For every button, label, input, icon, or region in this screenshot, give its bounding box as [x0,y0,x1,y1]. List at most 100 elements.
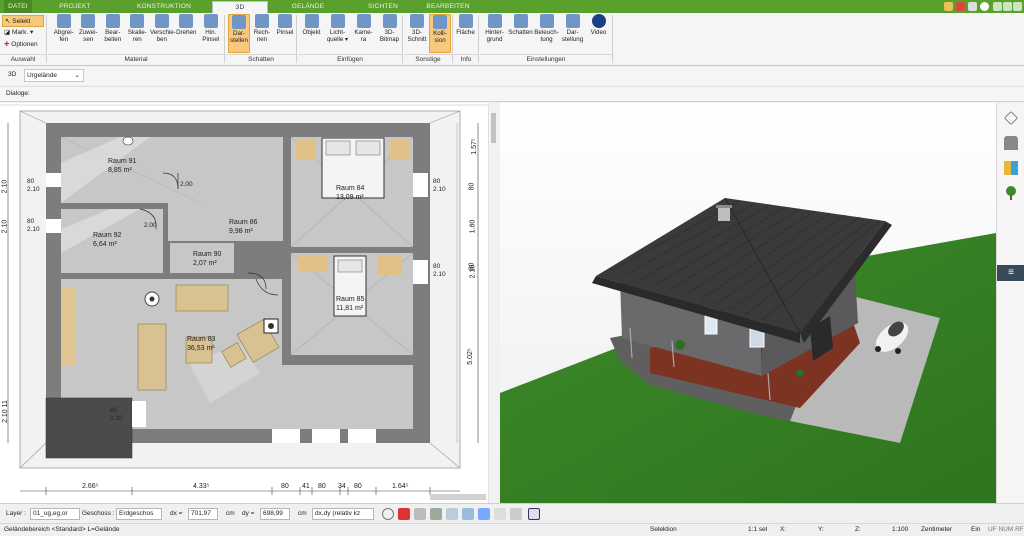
status-bar: Geländebereich <Standard> L=Gelände Sele… [0,523,1024,535]
rotate-icon [179,14,194,28]
help-red-icon[interactable] [956,2,965,11]
plan-scrollbar-horizontal[interactable] [430,494,486,500]
chevron-down-icon: ⌄ [74,72,80,79]
ribbon-button-label: Rech- [253,29,271,36]
rotate-button[interactable]: Drehen [175,14,199,53]
object-button[interactable]: Objekt [299,14,324,53]
maximize-icon[interactable] [1003,2,1012,11]
mark-icon: ◪ [4,29,12,36]
status-ein: Ein [971,526,981,533]
terrain-select[interactable]: Urgelände ⌄ [24,69,84,82]
status-scale: 1:100 [892,526,909,533]
mark-button[interactable]: ◪ Mark. ▾ [2,27,44,39]
ribbon-button-label: Fläche [456,29,475,36]
ribbon-tabs: DATEI PROJEKT KONSTRUKTION 3D GELÄNDE SI… [0,0,1024,13]
tab-konstruktion[interactable]: KONSTRUKTION [118,0,210,13]
ribbon-button-label: Hinter- [485,29,504,36]
dimension-label: 1.64⁵ [392,483,409,490]
lighting-button[interactable]: Beleuch-tung [534,14,559,53]
furniture-icon[interactable] [1004,136,1018,150]
layer-select[interactable]: 01_ug,eg,or [30,508,80,520]
eyedropper-button[interactable]: Abgrei-fen [52,14,76,53]
section-button[interactable]: 3D- Schnitt [406,14,428,53]
optionen-button[interactable]: ✚ Optionen [2,39,44,51]
camera-button[interactable]: Kame-ra [351,14,376,53]
collision-button[interactable]: Kolli-sion [429,14,451,53]
layers-toggle-icon[interactable] [494,508,506,520]
tab-gelaende[interactable]: GELÄNDE [270,0,346,13]
snap-line-icon[interactable] [446,508,458,520]
scrollbar-thumb[interactable] [491,113,496,143]
ribbon-button-label: sen [83,36,94,43]
dx-input[interactable]: 701,97 [188,508,218,520]
group-schatten: Schatten [226,54,296,64]
3d-view[interactable] [500,103,996,503]
monitor-icon[interactable] [398,508,410,520]
dx-label: dx = [170,510,183,517]
help-icon[interactable] [980,2,989,11]
background-button[interactable]: Hinter-grund [482,14,507,53]
brush-button[interactable]: Hin. Pinsel [199,14,223,53]
separator [612,15,613,63]
grid-icon[interactable] [510,508,522,520]
assign-material-button[interactable]: Zuwei-sen [77,14,101,53]
video-button[interactable]: Video [586,14,611,53]
dimension-label: 2.10 11 [1,400,9,423]
shadow-settings-button[interactable]: Schatten [508,14,533,53]
layers-icon[interactable] [1004,111,1018,125]
separator [46,15,47,63]
minimize-icon[interactable] [993,2,1002,11]
dy-input[interactable]: 698,99 [260,508,290,520]
grid-snap-icon[interactable] [430,508,442,520]
quick-icon[interactable] [944,2,953,11]
ribbon-button-label: nen [256,36,268,43]
snap-point-icon[interactable] [478,508,490,520]
edit-material-button[interactable]: Bear-beiten [101,14,125,53]
bottom-toolbar: Layer : 01_ug,eg,or Geschoss : Erdgescho… [0,503,1024,523]
print-icon[interactable] [414,508,426,520]
separator [224,15,225,63]
dimension-label: 2.66⁵ [82,483,99,490]
snap-angle-icon[interactable] [462,508,474,520]
tab-sichten[interactable]: SICHTEN [348,0,418,13]
north-icon[interactable] [528,508,540,520]
tab-3d[interactable]: 3D [212,1,268,13]
status-mode: Selektion [650,526,677,533]
area-button[interactable]: Fläche [456,14,475,53]
panel-toggle-button[interactable]: ≡ [997,265,1024,281]
ribbon-button-label: Dar- [232,30,246,37]
geschoss-select[interactable]: Erdgeschos [116,508,162,520]
shadow-compute-button[interactable]: Rech-nen [251,14,273,53]
mode-label: 3D [8,71,17,78]
bitmap-button[interactable]: 3D- Bitmap [377,14,402,53]
separator [452,15,453,63]
save-icon[interactable] [968,2,977,11]
plan-scrollbar-vertical[interactable] [488,103,498,503]
shadow-display-button[interactable]: Dar-stellen [228,14,250,53]
selekt-button[interactable]: ↖ Selekt [2,15,44,27]
coordinate-mode-select[interactable]: dx,dy (relativ kz [312,508,374,520]
tree-icon[interactable] [1004,186,1018,200]
section-icon [410,14,424,28]
group-auswahl: Auswahl [0,54,46,64]
window-label: 80 2.10 [110,407,123,422]
separator [402,15,403,63]
shadow-brush-button[interactable]: Pinsel [274,14,296,53]
material-palette-icon[interactable] [1004,161,1018,175]
scale-button[interactable]: Skalie-ren [126,14,150,53]
dialoge-label: Dialoge: [6,90,30,97]
shadow-display-icon [232,15,246,29]
clock-icon[interactable] [382,508,394,520]
ribbon-button-label: tung [540,36,553,43]
tab-projekt[interactable]: PROJEKT [34,0,116,13]
move-texture-button[interactable]: Verschie-ben [150,14,176,53]
light-source-button[interactable]: Licht-quelle ▾ [325,14,350,53]
floor-plan-view[interactable]: Raum 91 8,85 m² Raum 92 6,64 m² Raum 86 9,9… [0,103,498,503]
close-icon[interactable] [1013,2,1022,11]
tab-datei[interactable]: DATEI [4,0,32,13]
move-texture-icon [154,14,169,28]
dimension-label: 5.02⁵ [466,348,474,365]
display-settings-button[interactable]: Dar-stellung [560,14,585,53]
ribbon-button-label: stellen [230,37,248,44]
tab-bearbeiten[interactable]: BEARBEITEN [420,0,476,13]
